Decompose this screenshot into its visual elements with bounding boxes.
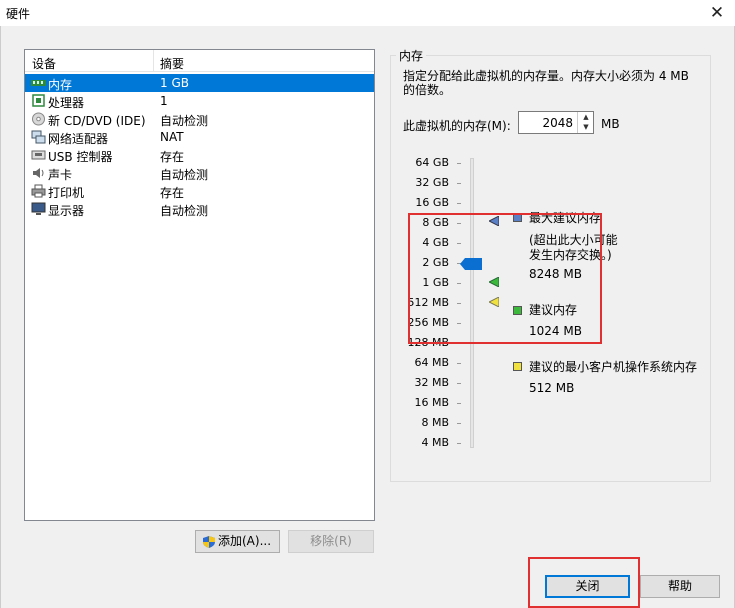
device-name: 声卡 [48,168,73,182]
memory-icon [31,80,46,86]
list-item-memory[interactable]: 内存 1 GB [25,74,374,92]
stepper-buttons: ▲ ▼ [577,112,593,133]
remove-button-label: 移除(R) [310,534,352,548]
list-item-sound-card[interactable]: 声卡 自动检测 [25,164,374,182]
list-item-network-adapter[interactable]: 网络适配器 NAT [25,128,374,146]
list-item-display[interactable]: 显示器 自动检测 [25,200,374,218]
usb-icon [31,150,46,160]
scale-tick [457,203,461,204]
device-summary: 存在 [160,186,185,200]
sound-icon [33,168,44,178]
device-summary: 1 GB [160,76,189,90]
scale-tick [457,363,461,364]
help-button[interactable]: 帮助 [640,575,720,598]
list-item-usb-controller[interactable]: USB 控制器 存在 [25,146,374,164]
list-item-cdrom[interactable]: 新 CD/DVD (IDE) 自动检测 [25,110,374,128]
decrement-icon[interactable]: ▼ [578,122,594,132]
close-button[interactable]: 关闭 [545,575,630,598]
memory-description: 指定分配给此虚拟机的内存量。内存大小必须为 4 MB 的倍数。 [403,69,689,97]
memory-unit: MB [601,117,620,131]
device-list[interactable]: 设备 摘要 内存 1 GB 处理器 1 新 CD/DVD (IDE) 自动检测 … [24,49,375,521]
device-name: USB 控制器 [48,150,113,164]
device-summary: 自动检测 [160,114,209,128]
device-summary: 存在 [160,150,185,164]
list-item-processor[interactable]: 处理器 1 [25,92,374,110]
remove-button[interactable]: 移除(R) [288,530,374,553]
column-separator[interactable] [153,50,154,72]
device-summary: 自动检测 [160,204,209,218]
memory-group-title: 内存 [396,47,427,64]
printer-icon [31,184,46,198]
title-bar: 硬件 ✕ [0,0,735,26]
min-legend-title: 建议的最小客户机操作系统内存 [529,360,698,374]
scale-label: 32 MB [414,376,449,389]
highlight-box-memory [408,213,602,344]
device-name: 新 CD/DVD (IDE) [48,114,146,128]
memory-size-stepper[interactable]: 2048 ▲ ▼ [518,111,594,134]
scale-tick [457,383,461,384]
cd-icon [32,112,45,126]
scale-tick [457,443,461,444]
shield-icon [203,536,215,548]
memory-field-label: 此虚拟机的内存(M): [403,119,511,133]
device-summary: 1 [160,94,168,108]
scale-tick [457,183,461,184]
scale-tick [457,403,461,404]
add-button[interactable]: 添加(A)... [195,530,280,553]
window-title: 硬件 [6,7,31,21]
network-icon [31,130,46,144]
list-item-printer[interactable]: 打印机 存在 [25,182,374,200]
column-header-device[interactable]: 设备 [32,55,56,72]
list-header: 设备 摘要 [25,50,374,72]
min-legend-swatch [513,362,522,371]
scale-label: 4 MB [421,436,449,449]
scale-label: 32 GB [415,176,449,189]
min-legend-value: 512 MB [529,381,575,395]
device-name: 网络适配器 [48,132,109,146]
column-header-summary[interactable]: 摘要 [160,55,184,72]
scale-label: 64 MB [414,356,449,369]
scale-label: 64 GB [415,156,449,169]
device-name: 处理器 [48,96,85,110]
device-summary: 自动检测 [160,168,209,182]
scale-label: 16 MB [414,396,449,409]
scale-label: 16 GB [415,196,449,209]
help-button-label: 帮助 [667,579,692,593]
scale-tick [457,163,461,164]
memory-size-value[interactable]: 2048 [542,116,573,130]
close-button-label: 关闭 [575,579,600,593]
scale-label: 8 MB [421,416,449,429]
cpu-icon [32,94,45,107]
device-name: 内存 [48,78,73,92]
device-name: 显示器 [48,204,85,218]
increment-icon[interactable]: ▲ [578,112,594,122]
close-window-icon[interactable]: ✕ [706,2,728,24]
scale-tick [457,423,461,424]
add-button-label: 添加(A)... [218,534,272,548]
monitor-icon [31,202,46,215]
device-name: 打印机 [48,186,85,200]
device-summary: NAT [160,130,184,144]
